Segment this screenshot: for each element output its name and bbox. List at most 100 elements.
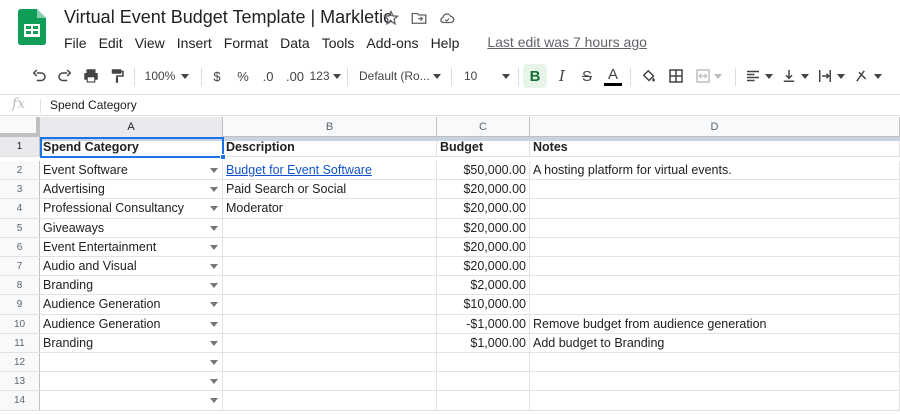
dropdown-arrow-icon[interactable] bbox=[210, 283, 218, 289]
sheets-logo-icon[interactable] bbox=[18, 9, 46, 45]
bold-button[interactable]: B bbox=[523, 64, 547, 88]
cell-spend-category[interactable]: Branding bbox=[40, 276, 223, 295]
cell-description[interactable] bbox=[223, 353, 437, 372]
cell-description[interactable] bbox=[223, 295, 437, 314]
row-header[interactable]: 14 bbox=[0, 391, 40, 410]
cell-budget[interactable] bbox=[437, 353, 530, 372]
cell-budget[interactable]: $20,000.00 bbox=[437, 257, 530, 276]
dropdown-arrow-icon[interactable] bbox=[210, 398, 218, 404]
strikethrough-button[interactable]: S bbox=[576, 60, 598, 92]
cell-budget[interactable]: $20,000.00 bbox=[437, 199, 530, 218]
menu-file[interactable]: File bbox=[58, 34, 93, 52]
menu-format[interactable]: Format bbox=[218, 34, 274, 52]
dropdown-arrow-icon[interactable] bbox=[210, 302, 218, 308]
row-header[interactable]: 3 bbox=[0, 180, 40, 199]
dropdown-arrow-icon[interactable] bbox=[210, 340, 218, 346]
cell-description[interactable]: Moderator bbox=[223, 199, 437, 218]
cell-budget[interactable]: $50,000.00 bbox=[437, 161, 530, 180]
menu-insert[interactable]: Insert bbox=[171, 34, 218, 52]
cell-spend-category[interactable]: Giveaways bbox=[40, 218, 223, 237]
menu-tools[interactable]: Tools bbox=[316, 34, 361, 52]
cell-notes[interactable] bbox=[530, 199, 900, 218]
cell-description[interactable] bbox=[223, 333, 437, 352]
dropdown-arrow-icon[interactable] bbox=[210, 360, 218, 365]
text-wrapping-icon[interactable] bbox=[814, 60, 846, 92]
cell-budget[interactable]: $10,000.00 bbox=[437, 295, 530, 314]
cell-spend-category[interactable]: Audience Generation bbox=[40, 295, 223, 314]
cell-notes[interactable] bbox=[530, 237, 900, 256]
decrease-decimal-button[interactable]: .0 bbox=[257, 60, 279, 92]
borders-icon[interactable] bbox=[665, 60, 687, 92]
increase-decimal-button[interactable]: .00 bbox=[283, 60, 307, 92]
print-icon[interactable] bbox=[80, 60, 102, 92]
menu-add-ons[interactable]: Add-ons bbox=[360, 34, 424, 52]
cell-description[interactable] bbox=[223, 314, 437, 333]
document-title[interactable]: Virtual Event Budget Template | Markleti… bbox=[64, 7, 392, 28]
font-size-select[interactable]: 10 bbox=[460, 60, 514, 92]
row-header[interactable]: 13 bbox=[0, 372, 40, 391]
row-header[interactable]: 9 bbox=[0, 295, 40, 314]
menu-help[interactable]: Help bbox=[425, 34, 466, 52]
cell-notes[interactable] bbox=[530, 295, 900, 314]
cell-notes[interactable] bbox=[530, 180, 900, 199]
formula-input[interactable]: Spend Category bbox=[50, 98, 137, 112]
cell-notes[interactable] bbox=[530, 372, 900, 391]
row-header[interactable]: 8 bbox=[0, 276, 40, 295]
text-color-button[interactable]: A bbox=[602, 60, 624, 92]
dropdown-arrow-icon[interactable] bbox=[210, 264, 218, 269]
row-header[interactable]: 5 bbox=[0, 218, 40, 237]
menu-view[interactable]: View bbox=[129, 34, 171, 52]
cloud-status-icon[interactable] bbox=[438, 9, 456, 27]
horizontal-align-icon[interactable] bbox=[742, 60, 774, 92]
cell-description[interactable] bbox=[223, 257, 437, 276]
row-header[interactable]: 6 bbox=[0, 237, 40, 256]
cell-spend-category[interactable]: Advertising bbox=[40, 180, 223, 199]
star-icon[interactable] bbox=[382, 9, 400, 27]
undo-icon[interactable] bbox=[28, 60, 50, 92]
last-edit-link[interactable]: Last edit was 7 hours ago bbox=[481, 34, 653, 52]
cell-notes[interactable] bbox=[530, 218, 900, 237]
menu-data[interactable]: Data bbox=[274, 34, 316, 52]
italic-button[interactable]: I bbox=[551, 60, 573, 92]
paint-format-icon[interactable] bbox=[106, 60, 128, 92]
vertical-align-icon[interactable] bbox=[778, 60, 810, 92]
dropdown-arrow-icon[interactable] bbox=[210, 379, 218, 385]
cell-budget[interactable]: $20,000.00 bbox=[437, 180, 530, 199]
cell-description[interactable] bbox=[223, 391, 437, 410]
cell-description[interactable] bbox=[223, 372, 437, 391]
cell-notes[interactable] bbox=[530, 276, 900, 295]
row-header[interactable]: 10 bbox=[0, 314, 40, 333]
cell-budget[interactable] bbox=[437, 391, 530, 410]
cell-budget[interactable]: $20,000.00 bbox=[437, 218, 530, 237]
cell-spend-category[interactable] bbox=[40, 372, 223, 391]
cell-spend-category[interactable] bbox=[40, 391, 223, 410]
dropdown-arrow-icon[interactable] bbox=[210, 244, 218, 250]
select-all-corner[interactable] bbox=[0, 117, 40, 137]
font-family-select[interactable]: Default (Ro... bbox=[355, 60, 445, 92]
cell-description[interactable] bbox=[223, 218, 437, 237]
cell-notes[interactable] bbox=[530, 257, 900, 276]
cell-budget[interactable] bbox=[437, 372, 530, 391]
redo-icon[interactable] bbox=[54, 60, 76, 92]
dropdown-arrow-icon[interactable] bbox=[210, 225, 218, 231]
cell-budget[interactable]: -$1,000.00 bbox=[437, 314, 530, 333]
row-header[interactable]: 4 bbox=[0, 199, 40, 218]
row-header[interactable]: 11 bbox=[0, 333, 40, 352]
cell-description[interactable] bbox=[223, 237, 437, 256]
row-header[interactable]: 1 bbox=[0, 137, 40, 156]
row-header[interactable]: 7 bbox=[0, 257, 40, 276]
cell-description-link[interactable]: Budget for Event Software bbox=[223, 161, 437, 180]
column-header-a[interactable]: A bbox=[40, 117, 223, 137]
row-header[interactable]: 2 bbox=[0, 161, 40, 180]
column-header-d[interactable]: D bbox=[530, 117, 900, 137]
menu-edit[interactable]: Edit bbox=[93, 34, 129, 52]
cell-description[interactable]: Paid Search or Social bbox=[223, 180, 437, 199]
cell-spend-category[interactable]: Professional Consultancy bbox=[40, 199, 223, 218]
column-header-c[interactable]: C bbox=[437, 117, 530, 137]
cell-notes[interactable]: Add budget to Branding bbox=[530, 333, 900, 352]
frozen-row-divider[interactable] bbox=[40, 137, 900, 141]
cell-notes[interactable] bbox=[530, 391, 900, 410]
text-rotation-icon[interactable] bbox=[850, 60, 884, 92]
cell-spend-category[interactable]: Audio and Visual bbox=[40, 257, 223, 276]
format-percent-button[interactable]: % bbox=[232, 60, 254, 92]
